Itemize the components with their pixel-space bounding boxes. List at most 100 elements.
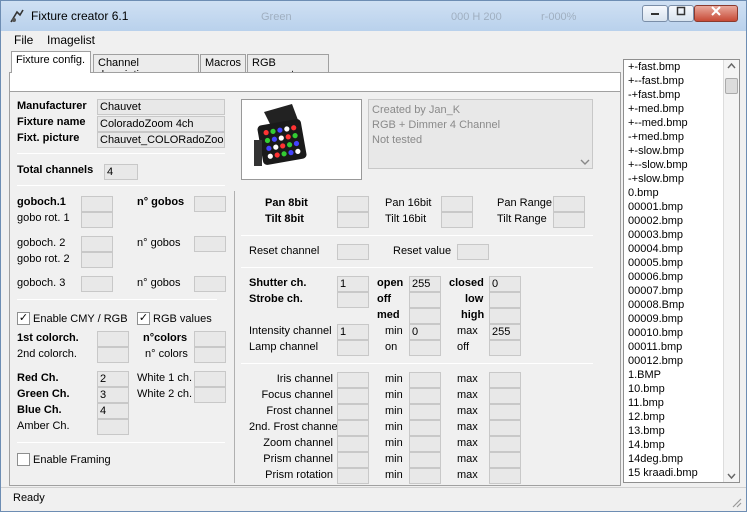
- scroll-thumb[interactable]: [725, 78, 738, 94]
- effect-max-field[interactable]: [489, 468, 521, 484]
- pan8-field[interactable]: [337, 196, 369, 212]
- effect-min-field[interactable]: [409, 468, 441, 484]
- effect-min-field[interactable]: [409, 420, 441, 436]
- enable-framing-checkbox[interactable]: [17, 453, 30, 466]
- imagelist-item[interactable]: 00006.bmp: [624, 270, 739, 284]
- imagelist-item[interactable]: 13.bmp: [624, 424, 739, 438]
- imagelist-item[interactable]: 0.bmp: [624, 186, 739, 200]
- effect-max-field[interactable]: [489, 404, 521, 420]
- effect-min-field[interactable]: [409, 404, 441, 420]
- imagelist-item[interactable]: 15 kraadi.bmp: [624, 466, 739, 480]
- close-button[interactable]: [694, 5, 738, 22]
- effect-channel-field[interactable]: [337, 452, 369, 468]
- goboch2-field[interactable]: [81, 236, 113, 252]
- colorch2-field[interactable]: [97, 347, 129, 363]
- strobe-channel-field[interactable]: [337, 292, 369, 308]
- lamp-on-field[interactable]: [409, 340, 441, 356]
- chevron-down-icon[interactable]: [580, 158, 590, 166]
- intensity-channel-field[interactable]: 1: [337, 324, 369, 340]
- amber-channel-field[interactable]: [97, 419, 129, 435]
- strobe-med-field[interactable]: [409, 308, 441, 324]
- maximize-button[interactable]: [668, 5, 694, 22]
- imagelist-item[interactable]: 00011.bmp: [624, 340, 739, 354]
- imagelist-item[interactable]: +-fast.bmp: [624, 60, 739, 74]
- imagelist-item[interactable]: +--fast.bmp: [624, 74, 739, 88]
- rgb-values-checkbox[interactable]: ✓: [137, 312, 150, 325]
- menu-file[interactable]: File: [14, 33, 33, 47]
- pan16-field[interactable]: [441, 196, 473, 212]
- effect-min-field[interactable]: [409, 372, 441, 388]
- intensity-min-field[interactable]: 0: [409, 324, 441, 340]
- effect-channel-field[interactable]: [337, 404, 369, 420]
- white1-field[interactable]: [194, 371, 226, 387]
- ngobos2-field[interactable]: [194, 236, 226, 252]
- imagelist-scrollbar[interactable]: [723, 60, 739, 482]
- open-field[interactable]: 255: [409, 276, 441, 292]
- enable-cmy-checkbox[interactable]: ✓: [17, 312, 30, 325]
- effect-channel-field[interactable]: [337, 468, 369, 484]
- manufacturer-field[interactable]: Chauvet: [97, 99, 225, 115]
- tab-macros[interactable]: Macros: [200, 54, 246, 72]
- effect-max-field[interactable]: [489, 452, 521, 468]
- imagelist-item[interactable]: -+med.bmp: [624, 130, 739, 144]
- imagelist-item[interactable]: 11.bmp: [624, 396, 739, 410]
- effect-channel-field[interactable]: [337, 388, 369, 404]
- imagelist-item[interactable]: +--med.bmp: [624, 116, 739, 130]
- imagelist-item[interactable]: 14.bmp: [624, 438, 739, 452]
- imagelist-item[interactable]: +-slow.bmp: [624, 144, 739, 158]
- reset-channel-field[interactable]: [337, 244, 369, 260]
- gobo-rot1-field[interactable]: [81, 212, 113, 228]
- imagelist-item[interactable]: 00002.bmp: [624, 214, 739, 228]
- tab-fixture-config[interactable]: Fixture config.: [11, 51, 91, 73]
- strobe-off-field[interactable]: [409, 292, 441, 308]
- tilt16-field[interactable]: [441, 212, 473, 228]
- tilt8-field[interactable]: [337, 212, 369, 228]
- green-channel-field[interactable]: 3: [97, 387, 129, 403]
- effect-min-field[interactable]: [409, 452, 441, 468]
- gobo-rot2-field[interactable]: [81, 252, 113, 268]
- imagelist-item[interactable]: 10.bmp: [624, 382, 739, 396]
- lamp-off-field[interactable]: [489, 340, 521, 356]
- lamp-channel-field[interactable]: [337, 340, 369, 356]
- closed-field[interactable]: 0: [489, 276, 521, 292]
- effect-channel-field[interactable]: [337, 372, 369, 388]
- total-channels-field[interactable]: 4: [104, 164, 138, 180]
- imagelist-item[interactable]: 00007.bmp: [624, 284, 739, 298]
- imagelist-item[interactable]: 12.bmp: [624, 410, 739, 424]
- goboch1-field[interactable]: [81, 196, 113, 212]
- imagelist-item[interactable]: -+slow.bmp: [624, 172, 739, 186]
- fixture-name-field[interactable]: ColoradoZoom 4ch: [97, 116, 225, 132]
- imagelist-item[interactable]: 00010.bmp: [624, 326, 739, 340]
- imagelist-item[interactable]: +-med.bmp: [624, 102, 739, 116]
- imagelist-item[interactable]: 00009.bmp: [624, 312, 739, 326]
- effect-channel-field[interactable]: [337, 436, 369, 452]
- imagelist-item[interactable]: 00008.Bmp: [624, 298, 739, 312]
- resize-grip-icon[interactable]: [730, 496, 742, 508]
- minimize-button[interactable]: [642, 5, 668, 22]
- imagelist-item[interactable]: 00004.bmp: [624, 242, 739, 256]
- blue-channel-field[interactable]: 4: [97, 403, 129, 419]
- imagelist-item[interactable]: 00005.bmp: [624, 256, 739, 270]
- pan-range-field[interactable]: [553, 196, 585, 212]
- colorch1-field[interactable]: [97, 331, 129, 347]
- notes-memo[interactable]: Created by Jan_K RGB + Dimmer 4 Channel …: [368, 99, 593, 169]
- goboch3-field[interactable]: [81, 276, 113, 292]
- shutter-channel-field[interactable]: 1: [337, 276, 369, 292]
- imagelist-item[interactable]: -+fast.bmp: [624, 88, 739, 102]
- ncolors1-field[interactable]: [194, 331, 226, 347]
- effect-max-field[interactable]: [489, 420, 521, 436]
- scroll-down-icon[interactable]: [727, 471, 736, 480]
- imagelist-item[interactable]: 00001.bmp: [624, 200, 739, 214]
- imagelist-listbox[interactable]: +-fast.bmp +--fast.bmp -+fast.bmp +-med.bmp…: [623, 59, 740, 483]
- tilt-range-field[interactable]: [553, 212, 585, 228]
- imagelist-item[interactable]: 14deg.bmp: [624, 452, 739, 466]
- strobe-high-field[interactable]: [489, 308, 521, 324]
- imagelist-item[interactable]: 00003.bmp: [624, 228, 739, 242]
- ngobos1-field[interactable]: [194, 196, 226, 212]
- effect-max-field[interactable]: [489, 372, 521, 388]
- ngobos3-field[interactable]: [194, 276, 226, 292]
- imagelist-item[interactable]: 1.BMP: [624, 368, 739, 382]
- fixt-picture-field[interactable]: Chauvet_COLORadoZoom: [97, 132, 225, 148]
- white2-field[interactable]: [194, 387, 226, 403]
- reset-value-field[interactable]: [457, 244, 489, 260]
